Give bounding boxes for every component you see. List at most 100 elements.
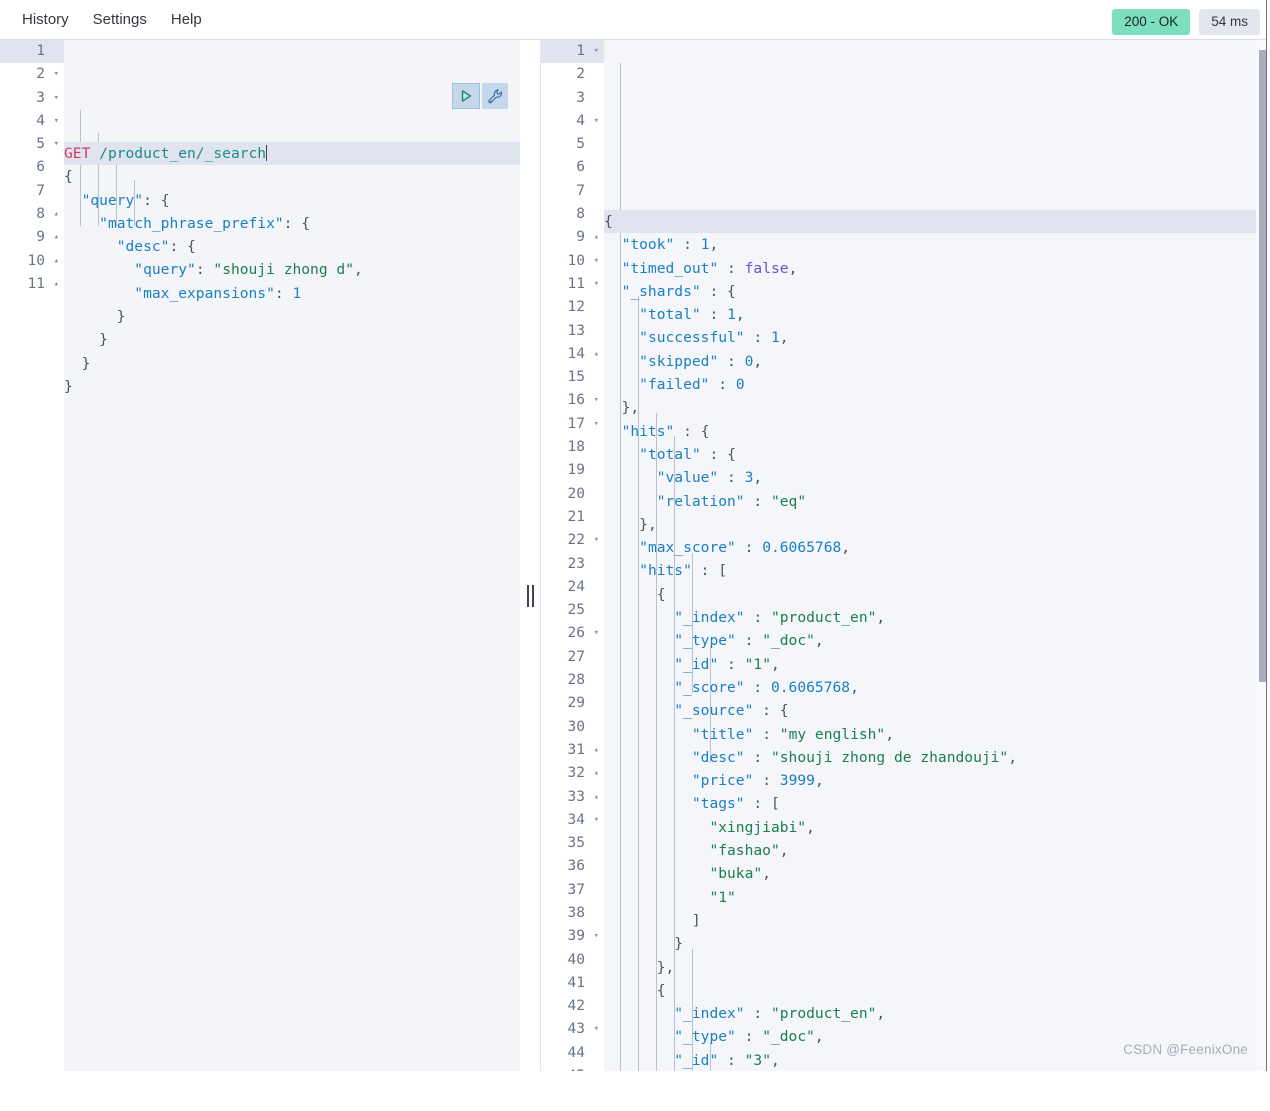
line-number: 43▾	[541, 1018, 604, 1041]
request-code-area[interactable]: GET /product_en/_search{ "query": { "mat…	[64, 40, 520, 1071]
fold-expand-icon[interactable]: ▴	[594, 226, 599, 249]
fold-collapse-icon[interactable]: ▾	[54, 87, 59, 110]
code-line[interactable]: "_index" : "product_en",	[604, 606, 1270, 629]
code-line[interactable]: "_score" : 0.6065768,	[604, 676, 1270, 699]
code-line[interactable]: "took" : 1,	[604, 233, 1270, 256]
code-line[interactable]: "relation" : "eq"	[604, 490, 1270, 513]
fold-collapse-icon[interactable]: ▾	[594, 273, 599, 296]
page-scrollbar[interactable]	[1266, 0, 1270, 1071]
code-line[interactable]: "_id" : "1",	[604, 653, 1270, 676]
line-number: 42	[541, 995, 604, 1018]
fold-expand-icon[interactable]: ▴	[594, 786, 599, 809]
code-line[interactable]: "total" : {	[604, 443, 1270, 466]
code-line[interactable]: }	[64, 375, 520, 398]
code-line[interactable]: {	[604, 210, 1270, 233]
fold-collapse-icon[interactable]: ▾	[54, 63, 59, 86]
fold-collapse-icon[interactable]: ▾	[594, 110, 599, 133]
line-number: 22▾	[541, 529, 604, 552]
pane-splitter[interactable]	[520, 80, 540, 1111]
fold-collapse-icon[interactable]: ▾	[594, 1018, 599, 1041]
line-number: 9▴	[541, 226, 604, 249]
line-number: 44	[541, 1042, 604, 1065]
code-line[interactable]: "xingjiabi",	[604, 816, 1270, 839]
code-line[interactable]: }	[604, 932, 1270, 955]
fold-collapse-icon[interactable]: ▾	[594, 389, 599, 412]
line-number: 29	[541, 692, 604, 715]
fold-collapse-icon[interactable]: ▾	[594, 809, 599, 832]
line-number: 8▴	[0, 203, 64, 226]
code-line[interactable]: }	[64, 305, 520, 328]
code-line[interactable]: "buka",	[604, 862, 1270, 885]
response-code-area[interactable]: { "took" : 1, "timed_out" : false, "_sha…	[604, 40, 1270, 1071]
code-line[interactable]: "_source" : {	[604, 699, 1270, 722]
code-line[interactable]: "_index" : "product_en",	[604, 1002, 1270, 1025]
request-editor-pane[interactable]: 12▾3▾4▾5▾678▴9▴10▴11▴ GET /product_en/_s…	[0, 40, 520, 1071]
code-line[interactable]: "_shards" : {	[604, 280, 1270, 303]
menu-item-help[interactable]: Help	[159, 7, 214, 32]
line-number: 33▴	[541, 786, 604, 809]
line-number: 11▴	[0, 273, 64, 296]
fold-collapse-icon[interactable]: ▾	[54, 133, 59, 156]
fold-collapse-icon[interactable]: ▾	[594, 622, 599, 645]
code-line[interactable]: },	[604, 396, 1270, 419]
fold-expand-icon[interactable]: ▴	[54, 203, 59, 226]
code-line[interactable]: "tags" : [	[604, 792, 1270, 815]
code-line[interactable]: "skipped" : 0,	[604, 350, 1270, 373]
code-line[interactable]: "desc": {	[64, 235, 520, 258]
line-number: 40	[541, 949, 604, 972]
code-line[interactable]: "max_expansions": 1	[64, 282, 520, 305]
fold-collapse-icon[interactable]: ▾	[594, 925, 599, 948]
fold-expand-icon[interactable]: ▴	[54, 226, 59, 249]
code-line[interactable]: "hits" : {	[604, 420, 1270, 443]
code-line[interactable]: "timed_out" : false,	[604, 257, 1270, 280]
code-line[interactable]: "fashao",	[604, 839, 1270, 862]
code-line[interactable]: }	[64, 328, 520, 351]
code-line[interactable]: ]	[604, 909, 1270, 932]
code-line[interactable]: "value" : 3,	[604, 466, 1270, 489]
code-line[interactable]: "_type" : "_doc",	[604, 1025, 1270, 1048]
code-line[interactable]: "_type" : "_doc",	[604, 629, 1270, 652]
line-number: 34▾	[541, 809, 604, 832]
code-line[interactable]: },	[604, 956, 1270, 979]
line-number: 19	[541, 459, 604, 482]
code-line[interactable]: "_id" : "3",	[604, 1049, 1270, 1071]
code-line[interactable]: "hits" : [	[604, 559, 1270, 582]
code-line[interactable]: "match_phrase_prefix": {	[64, 212, 520, 235]
code-line[interactable]: "max_score" : 0.6065768,	[604, 536, 1270, 559]
code-line[interactable]: "query": "shouji zhong d",	[64, 258, 520, 281]
code-line[interactable]: {	[604, 979, 1270, 1002]
code-line[interactable]: "title" : "my english",	[604, 723, 1270, 746]
fold-expand-icon[interactable]: ▴	[594, 739, 599, 762]
code-line[interactable]: GET /product_en/_search	[64, 142, 520, 165]
code-line[interactable]: "total" : 1,	[604, 303, 1270, 326]
fold-expand-icon[interactable]: ▴	[54, 250, 59, 273]
line-number: 4▾	[0, 110, 64, 133]
line-number: 10▴	[0, 250, 64, 273]
menu-item-history[interactable]: History	[10, 7, 81, 32]
line-number: 4▾	[541, 110, 604, 133]
code-line[interactable]: },	[604, 513, 1270, 536]
code-line[interactable]: "failed" : 0	[604, 373, 1270, 396]
fold-collapse-icon[interactable]: ▾	[594, 40, 599, 63]
send-request-button[interactable]	[452, 83, 480, 109]
fold-expand-icon[interactable]: ▴	[54, 273, 59, 296]
code-line[interactable]: "successful" : 1,	[604, 326, 1270, 349]
code-line[interactable]: {	[604, 583, 1270, 606]
response-editor-pane[interactable]: 1▾234▾56789▴10▾11▾121314▴1516▾17▾1819202…	[540, 40, 1270, 1071]
code-line[interactable]: "1"	[604, 886, 1270, 909]
fold-collapse-icon[interactable]: ▾	[594, 413, 599, 436]
fold-collapse-icon[interactable]: ▾	[594, 529, 599, 552]
code-line[interactable]: "price" : 3999,	[604, 769, 1270, 792]
open-documentation-button[interactable]	[482, 83, 508, 109]
code-line[interactable]: }	[64, 352, 520, 375]
line-number: 21	[541, 506, 604, 529]
fold-expand-icon[interactable]: ▴	[594, 762, 599, 785]
code-line[interactable]: "query": {	[64, 189, 520, 212]
line-number: 5	[541, 133, 604, 156]
menu-item-settings[interactable]: Settings	[81, 7, 159, 32]
code-line[interactable]: "desc" : "shouji zhong de zhandouji",	[604, 746, 1270, 769]
fold-expand-icon[interactable]: ▴	[594, 343, 599, 366]
code-line[interactable]: {	[64, 165, 520, 188]
fold-collapse-icon[interactable]: ▾	[594, 250, 599, 273]
fold-collapse-icon[interactable]: ▾	[54, 110, 59, 133]
